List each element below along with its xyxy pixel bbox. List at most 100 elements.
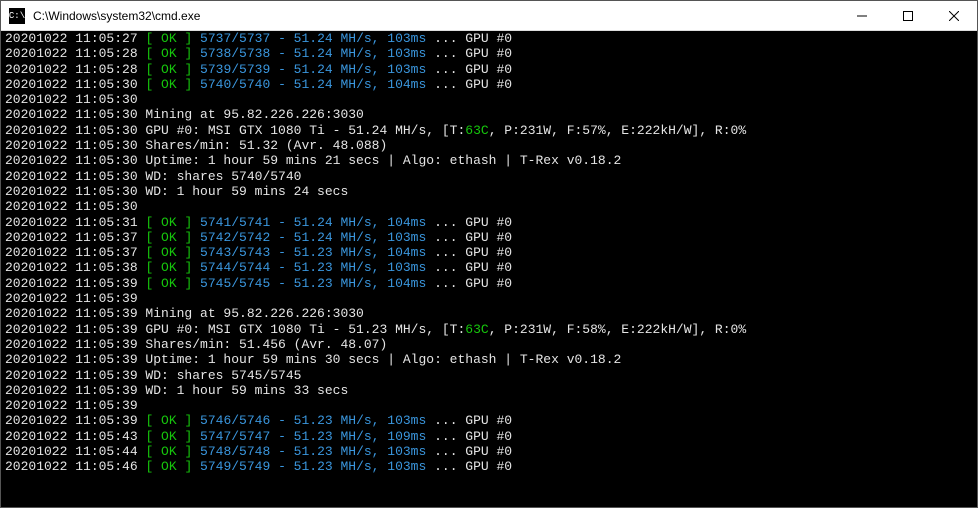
terminal-line: 20201022 11:05:39 Mining at 95.82.226.22… [5, 306, 973, 321]
terminal-line: 20201022 11:05:39 WD: 1 hour 59 mins 33 … [5, 383, 973, 398]
terminal-segment: 5747/5747 - 51.23 MH/s, 109ms [192, 429, 426, 444]
terminal-line: 20201022 11:05:39 [ OK ] 5746/5746 - 51.… [5, 413, 973, 428]
terminal-segment: ... GPU #0 [426, 31, 512, 46]
terminal-segment: 20201022 11:05:37 [5, 245, 145, 260]
terminal-line: 20201022 11:05:43 [ OK ] 5747/5747 - 51.… [5, 429, 973, 444]
terminal-line: 20201022 11:05:37 [ OK ] 5743/5743 - 51.… [5, 245, 973, 260]
maximize-button[interactable] [885, 1, 931, 30]
terminal-segment: ... GPU #0 [426, 77, 512, 92]
window-controls [839, 1, 977, 30]
terminal-segment: 20201022 11:05:39 [5, 413, 145, 428]
terminal-segment: ... GPU #0 [426, 459, 512, 474]
terminal-segment: 20201022 11:05:46 [5, 459, 145, 474]
terminal-segment: 20201022 11:05:39 WD: shares 5745/5745 [5, 368, 301, 383]
terminal-segment: 20201022 11:05:30 Mining at 95.82.226.22… [5, 107, 364, 122]
terminal-line: 20201022 11:05:39 [ OK ] 5745/5745 - 51.… [5, 276, 973, 291]
terminal-segment: ... GPU #0 [426, 230, 512, 245]
terminal-line: 20201022 11:05:28 [ OK ] 5739/5739 - 51.… [5, 62, 973, 77]
terminal-segment: ... GPU #0 [426, 276, 512, 291]
terminal-segment: 20201022 11:05:30 GPU #0: MSI GTX 1080 T… [5, 123, 465, 138]
terminal-line: 20201022 11:05:39 [5, 398, 973, 413]
terminal-segment: 5741/5741 - 51.24 MH/s, 104ms [192, 215, 426, 230]
terminal-segment: 5738/5738 - 51.24 MH/s, 103ms [192, 46, 426, 61]
terminal-segment: 20201022 11:05:39 [5, 276, 145, 291]
terminal-segment: 63C [465, 322, 488, 337]
terminal-segment: 20201022 11:05:30 Shares/min: 51.32 (Avr… [5, 138, 387, 153]
terminal-segment: 20201022 11:05:39 Shares/min: 51.456 (Av… [5, 337, 387, 352]
terminal-segment: 5743/5743 - 51.23 MH/s, 104ms [192, 245, 426, 260]
terminal-segment: 20201022 11:05:38 [5, 260, 145, 275]
terminal-segment: [ OK ] [145, 62, 192, 77]
terminal-segment: 20201022 11:05:37 [5, 230, 145, 245]
terminal-line: 20201022 11:05:37 [ OK ] 5742/5742 - 51.… [5, 230, 973, 245]
terminal-segment: [ OK ] [145, 230, 192, 245]
terminal-segment: 5744/5744 - 51.23 MH/s, 103ms [192, 260, 426, 275]
terminal-segment: ... GPU #0 [426, 444, 512, 459]
terminal-segment: , P:231W, F:57%, E:222kH/W], R:0% [489, 123, 746, 138]
terminal-segment: 20201022 11:05:30 [5, 199, 138, 214]
terminal-line: 20201022 11:05:46 [ OK ] 5749/5749 - 51.… [5, 459, 973, 474]
terminal-segment: 20201022 11:05:39 [5, 291, 138, 306]
terminal-segment: 20201022 11:05:39 WD: 1 hour 59 mins 33 … [5, 383, 348, 398]
terminal-segment: 20201022 11:05:39 Uptime: 1 hour 59 mins… [5, 352, 621, 367]
terminal-line: 20201022 11:05:30 WD: 1 hour 59 mins 24 … [5, 184, 973, 199]
terminal-line: 20201022 11:05:39 Uptime: 1 hour 59 mins… [5, 352, 973, 367]
terminal-segment: ... GPU #0 [426, 429, 512, 444]
terminal-line: 20201022 11:05:39 [5, 291, 973, 306]
terminal-line: 20201022 11:05:30 Uptime: 1 hour 59 mins… [5, 153, 973, 168]
terminal-segment: [ OK ] [145, 444, 192, 459]
terminal-segment: 5737/5737 - 51.24 MH/s, 103ms [192, 31, 426, 46]
terminal-segment: 20201022 11:05:28 [5, 46, 145, 61]
terminal-segment: 20201022 11:05:30 WD: shares 5740/5740 [5, 169, 301, 184]
minimize-icon [857, 11, 867, 21]
terminal-segment: 20201022 11:05:27 [5, 31, 145, 46]
terminal-segment: 20201022 11:05:30 [5, 77, 145, 92]
terminal-segment: [ OK ] [145, 459, 192, 474]
terminal-segment: 20201022 11:05:39 [5, 398, 138, 413]
terminal-line: 20201022 11:05:30 WD: shares 5740/5740 [5, 169, 973, 184]
terminal-line: 20201022 11:05:30 [5, 199, 973, 214]
terminal-line: 20201022 11:05:30 GPU #0: MSI GTX 1080 T… [5, 123, 973, 138]
terminal-line: 20201022 11:05:28 [ OK ] 5738/5738 - 51.… [5, 46, 973, 61]
terminal-line: 20201022 11:05:38 [ OK ] 5744/5744 - 51.… [5, 260, 973, 275]
terminal-segment: [ OK ] [145, 245, 192, 260]
terminal-segment: 20201022 11:05:30 Uptime: 1 hour 59 mins… [5, 153, 621, 168]
terminal-segment: [ OK ] [145, 260, 192, 275]
terminal-line: 20201022 11:05:30 [5, 92, 973, 107]
terminal-segment: ... GPU #0 [426, 215, 512, 230]
terminal-segment: [ OK ] [145, 276, 192, 291]
window-title: C:\Windows\system32\cmd.exe [33, 9, 839, 23]
terminal-line: 20201022 11:05:31 [ OK ] 5741/5741 - 51.… [5, 215, 973, 230]
terminal-segment: , P:231W, F:58%, E:222kH/W], R:0% [489, 322, 746, 337]
terminal-segment: ... GPU #0 [426, 413, 512, 428]
terminal-line: 20201022 11:05:39 WD: shares 5745/5745 [5, 368, 973, 383]
terminal-line: 20201022 11:05:44 [ OK ] 5748/5748 - 51.… [5, 444, 973, 459]
terminal-segment: 5742/5742 - 51.24 MH/s, 103ms [192, 230, 426, 245]
close-icon [949, 11, 959, 21]
close-button[interactable] [931, 1, 977, 30]
terminal-segment: 63C [465, 123, 488, 138]
terminal-segment: 20201022 11:05:44 [5, 444, 145, 459]
terminal-segment: 5740/5740 - 51.24 MH/s, 104ms [192, 77, 426, 92]
terminal-segment: 20201022 11:05:39 Mining at 95.82.226.22… [5, 306, 364, 321]
terminal-line: 20201022 11:05:39 GPU #0: MSI GTX 1080 T… [5, 322, 973, 337]
terminal-segment: [ OK ] [145, 77, 192, 92]
terminal-line: 20201022 11:05:27 [ OK ] 5737/5737 - 51.… [5, 31, 973, 46]
terminal-segment: 20201022 11:05:31 [5, 215, 145, 230]
terminal-segment: ... GPU #0 [426, 62, 512, 77]
terminal-segment: 20201022 11:05:39 GPU #0: MSI GTX 1080 T… [5, 322, 465, 337]
minimize-button[interactable] [839, 1, 885, 30]
terminal-segment: 20201022 11:05:28 [5, 62, 145, 77]
terminal-output[interactable]: 20201022 11:05:27 [ OK ] 5737/5737 - 51.… [1, 31, 977, 507]
terminal-segment: [ OK ] [145, 215, 192, 230]
terminal-segment: [ OK ] [145, 429, 192, 444]
terminal-line: 20201022 11:05:39 Shares/min: 51.456 (Av… [5, 337, 973, 352]
maximize-icon [903, 11, 913, 21]
terminal-line: 20201022 11:05:30 Shares/min: 51.32 (Avr… [5, 138, 973, 153]
titlebar[interactable]: C:\ C:\Windows\system32\cmd.exe [1, 1, 977, 31]
terminal-segment: 5749/5749 - 51.23 MH/s, 103ms [192, 459, 426, 474]
terminal-segment: [ OK ] [145, 46, 192, 61]
terminal-segment: 5746/5746 - 51.23 MH/s, 103ms [192, 413, 426, 428]
terminal-line: 20201022 11:05:30 Mining at 95.82.226.22… [5, 107, 973, 122]
terminal-segment: ... GPU #0 [426, 260, 512, 275]
